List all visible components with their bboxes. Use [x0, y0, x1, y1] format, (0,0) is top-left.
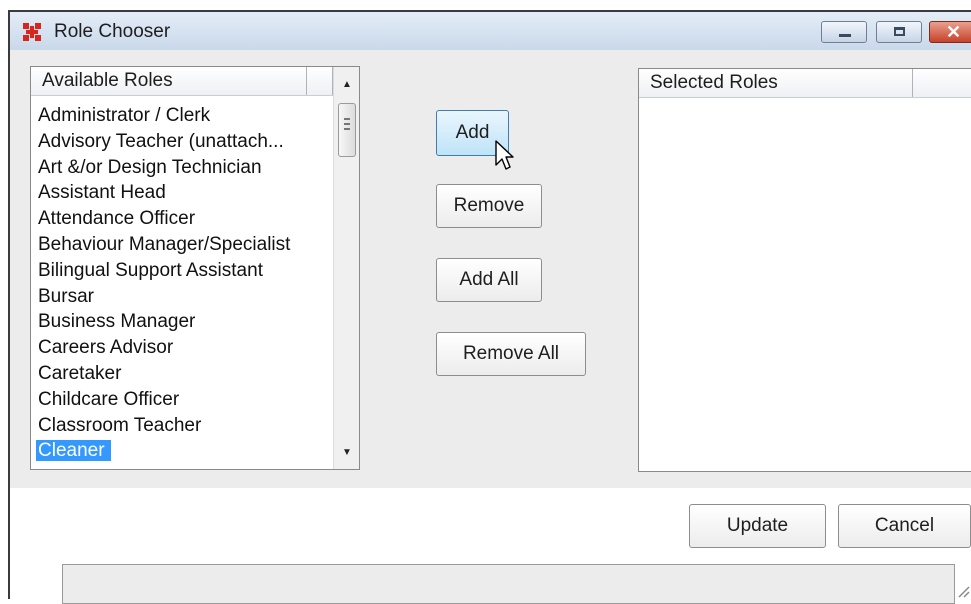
list-item[interactable]: Attendance Officer	[33, 206, 331, 232]
list-item-label: Classroom Teacher	[38, 414, 202, 436]
list-item-label: Cleaner	[36, 440, 111, 462]
scroll-up-arrow-icon[interactable]: ▲	[334, 73, 359, 97]
grip-line	[344, 128, 350, 130]
list-item-label: Art &/or Design Technician	[38, 156, 262, 178]
list-item[interactable]: Business Manager	[33, 309, 331, 335]
scroll-down-arrow-icon[interactable]: ▼	[334, 441, 359, 465]
close-icon: ✕	[946, 22, 962, 42]
list-item[interactable]: Administrator / Clerk	[33, 103, 331, 129]
grip-line	[344, 118, 350, 120]
available-roles-column-header[interactable]: Available Roles	[31, 67, 307, 95]
close-button[interactable]: ✕	[929, 21, 971, 43]
cancel-button[interactable]: Cancel	[838, 504, 971, 548]
list-item-label: Business Manager	[38, 311, 196, 333]
selected-roles-column-header[interactable]: Selected Roles	[639, 69, 913, 97]
list-item-label: Bilingual Support Assistant	[38, 259, 263, 281]
list-item[interactable]: Caretaker	[33, 361, 331, 387]
list-item[interactable]: Assistant Head	[33, 180, 331, 206]
list-item[interactable]: Art &/or Design Technician	[33, 155, 331, 181]
list-item-label: Attendance Officer	[38, 208, 196, 230]
list-item[interactable]: Behaviour Manager/Specialist	[33, 232, 331, 258]
list-item[interactable]: Careers Advisor	[33, 335, 331, 361]
selected-roles-extra-column[interactable]	[913, 69, 971, 97]
available-roles-list[interactable]: Available Roles Administrator / Clerk Adv…	[30, 66, 360, 470]
selected-roles-list[interactable]: Selected Roles	[638, 68, 971, 472]
list-item-label: Careers Advisor	[38, 337, 174, 359]
list-item-label: Assistant Head	[38, 182, 166, 204]
available-roles-extra-column[interactable]	[307, 67, 333, 95]
list-item-label: Advisory Teacher (unattach...	[38, 130, 284, 152]
available-roles-scrollbar[interactable]: ▲ ▼	[333, 67, 359, 469]
available-roles-items: Administrator / Clerk Advisory Teacher (u…	[33, 103, 331, 464]
list-item-label: Behaviour Manager/Specialist	[38, 233, 291, 255]
mouse-pointer-icon	[495, 140, 514, 170]
role-chooser-window: Role Chooser ✕ Available Roles Administr…	[8, 10, 971, 604]
title-bar[interactable]: Role Chooser ✕	[10, 12, 971, 50]
maximize-button[interactable]	[876, 21, 922, 43]
resize-grip-icon[interactable]	[956, 584, 970, 598]
maximize-icon	[894, 27, 905, 36]
add-all-button[interactable]: Add All	[436, 258, 542, 302]
available-roles-header: Available Roles	[31, 67, 333, 96]
minimize-button[interactable]	[821, 21, 867, 43]
minimize-icon	[839, 34, 851, 37]
list-item[interactable]: Childcare Officer	[33, 387, 331, 413]
list-item-label: Childcare Officer	[38, 388, 180, 410]
remove-button[interactable]: Remove	[436, 184, 542, 228]
status-text-box[interactable]	[62, 564, 955, 604]
selected-roles-header: Selected Roles	[639, 69, 971, 98]
list-item-label: Caretaker	[38, 362, 122, 384]
list-item[interactable]: Bursar	[33, 284, 331, 310]
grip-line	[344, 123, 350, 125]
list-item[interactable]: Bilingual Support Assistant	[33, 258, 331, 284]
list-item[interactable]: Classroom Teacher	[33, 413, 331, 439]
remove-all-button[interactable]: Remove All	[436, 332, 586, 376]
window-title: Role Chooser	[54, 21, 171, 42]
list-item[interactable]: Cleaner	[33, 438, 331, 464]
red-grid-app-icon	[23, 23, 41, 41]
scroll-thumb[interactable]	[338, 103, 356, 157]
list-item-label: Bursar	[38, 285, 94, 307]
update-button[interactable]: Update	[689, 504, 826, 548]
list-item[interactable]: Advisory Teacher (unattach...	[33, 129, 331, 155]
list-item-label: Administrator / Clerk	[38, 105, 211, 126]
